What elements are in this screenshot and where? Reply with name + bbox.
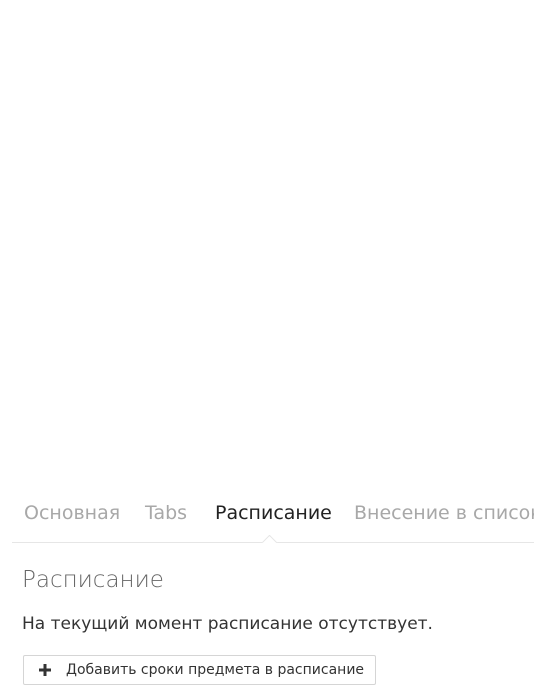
tab-raspisanie[interactable]: Расписание bbox=[215, 502, 332, 524]
active-tab-pointer bbox=[262, 535, 278, 543]
section-title: Расписание bbox=[22, 567, 164, 593]
plus-icon bbox=[38, 663, 52, 677]
add-to-schedule-button[interactable]: Добавить сроки предмета в расписание bbox=[23, 655, 377, 685]
add-to-schedule-label: Добавить сроки предмета в расписание bbox=[66, 662, 365, 678]
tab-osnovnaya[interactable]: Основная bbox=[24, 502, 120, 524]
tab-vnesenie-v-spisok[interactable]: Внесение в список у bbox=[354, 502, 534, 524]
empty-schedule-message: На текущий момент расписание отсутствует… bbox=[22, 614, 433, 634]
tab-tabs[interactable]: Tabs bbox=[145, 502, 187, 524]
